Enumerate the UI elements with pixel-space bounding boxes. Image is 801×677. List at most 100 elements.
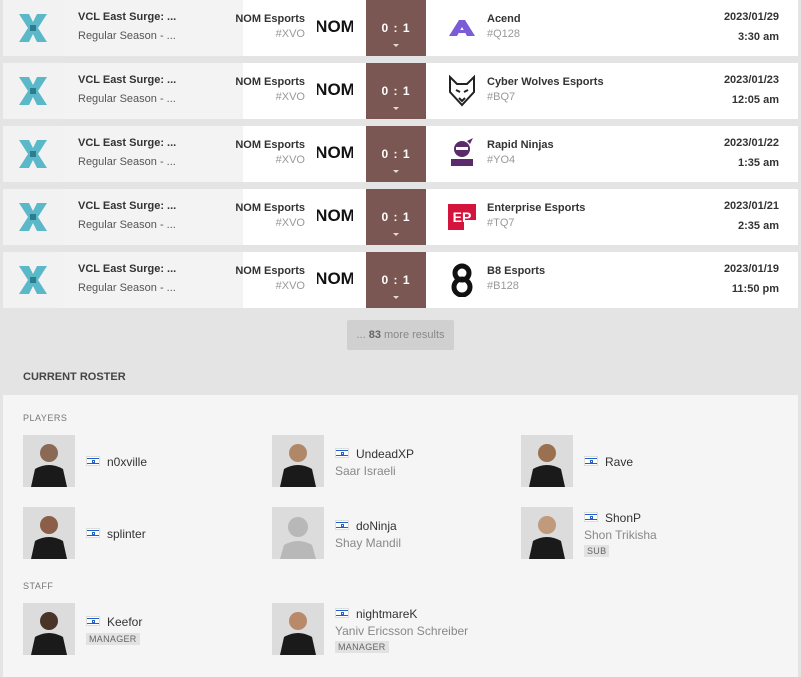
team2-tag: #YO4 bbox=[487, 154, 516, 166]
player-card[interactable]: UndeadXP Saar Israeli bbox=[272, 435, 502, 487]
match-time: 1:35 am bbox=[738, 157, 779, 169]
team2-tag: #B128 bbox=[487, 280, 519, 292]
event-name: VCL East Surge: ... bbox=[78, 74, 177, 86]
player-real-name: Saar Israeli bbox=[335, 464, 396, 478]
avatar bbox=[23, 435, 75, 487]
israel-flag-icon bbox=[86, 528, 100, 538]
team1-tag: #XVO bbox=[275, 28, 305, 40]
team1-tag: #XVO bbox=[275, 280, 305, 292]
nom-logo-icon: NOM bbox=[317, 206, 353, 225]
israel-flag-icon bbox=[335, 520, 349, 530]
team2-tag: #BQ7 bbox=[487, 91, 516, 103]
israel-flag-icon bbox=[335, 448, 349, 458]
match-date: 2023/01/23 bbox=[723, 74, 779, 86]
chevron-down-icon bbox=[393, 296, 399, 299]
avatar bbox=[521, 507, 573, 559]
staff-nick: Keefor bbox=[107, 615, 143, 629]
team2-name: Cyber Wolves Esports bbox=[487, 76, 604, 88]
match-date: 2023/01/29 bbox=[723, 11, 779, 23]
match-row[interactable]: VCL East Surge: ... Regular Season - ... … bbox=[3, 63, 798, 119]
match-date: 2023/01/22 bbox=[723, 137, 779, 149]
team2-name: Acend bbox=[487, 13, 521, 25]
ninja-logo-icon bbox=[445, 137, 479, 171]
players-label: PLAYERS bbox=[23, 413, 68, 423]
player-nick: UndeadXP bbox=[356, 447, 415, 461]
score-box[interactable]: 0 : 1 bbox=[366, 189, 426, 245]
roster-panel: PLAYERS n0xville UndeadXP Saar Israeli R… bbox=[3, 395, 798, 677]
match-row[interactable]: VCL East Surge: ... Regular Season - ... … bbox=[3, 126, 798, 182]
match-time: 11:50 pm bbox=[731, 283, 779, 295]
event-logo bbox=[3, 0, 63, 56]
team2-tag: #Q128 bbox=[487, 28, 521, 40]
staff-card[interactable]: Keefor MANAGER bbox=[23, 603, 253, 655]
score: 0 : 1 bbox=[381, 84, 411, 98]
svg-text:NOM: NOM bbox=[317, 269, 353, 288]
avatar bbox=[272, 603, 324, 655]
match-row[interactable]: VCL East Surge: ... Regular Season - ... … bbox=[3, 189, 798, 245]
match-time: 3:30 am bbox=[738, 31, 779, 43]
score-box[interactable]: 0 : 1 bbox=[366, 63, 426, 119]
roster-header: CURRENT ROSTER bbox=[0, 360, 801, 395]
team2-name: Enterprise Esports bbox=[487, 202, 586, 214]
player-nick: doNinja bbox=[356, 519, 397, 533]
player-card[interactable]: n0xville bbox=[23, 435, 253, 487]
nom-logo-icon: NOM bbox=[317, 80, 353, 99]
event-logo bbox=[3, 126, 63, 182]
team1-tag: #XVO bbox=[275, 217, 305, 229]
nom-logo-icon: NOM bbox=[317, 143, 353, 162]
score-box[interactable]: 0 : 1 bbox=[366, 126, 426, 182]
event-stage: Regular Season - ... bbox=[78, 30, 176, 42]
svg-text:EP: EP bbox=[453, 209, 472, 225]
score: 0 : 1 bbox=[381, 21, 411, 35]
player-real-name: Shon Trikisha bbox=[584, 528, 657, 542]
avatar-placeholder bbox=[272, 507, 324, 559]
player-card[interactable]: splinter bbox=[23, 507, 253, 559]
score: 0 : 1 bbox=[381, 210, 411, 224]
player-card[interactable]: ShonP Shon Trikisha SUB bbox=[521, 507, 751, 559]
staff-card[interactable]: nightmareK Yaniv Ericsson Schreiber MANA… bbox=[272, 603, 502, 655]
chevron-down-icon bbox=[393, 44, 399, 47]
player-nick: splinter bbox=[107, 527, 146, 541]
match-row[interactable]: VCL East Surge: ... Regular Season - ... … bbox=[3, 0, 798, 56]
player-real-name: Shay Mandil bbox=[335, 536, 402, 550]
match-time: 12:05 am bbox=[731, 94, 779, 106]
player-nick: Rave bbox=[605, 455, 634, 469]
nom-logo-icon: NOM bbox=[317, 269, 353, 288]
event-stage: Regular Season - ... bbox=[78, 219, 176, 231]
match-time: 2:35 am bbox=[738, 220, 779, 232]
player-nick: n0xville bbox=[107, 455, 148, 469]
score-box[interactable]: 0 : 1 bbox=[366, 252, 426, 308]
match-row[interactable]: VCL East Surge: ... Regular Season - ... … bbox=[3, 252, 798, 308]
player-card[interactable]: doNinja Shay Mandil bbox=[272, 507, 502, 559]
event-stage: Regular Season - ... bbox=[78, 156, 176, 168]
chevron-down-icon bbox=[393, 170, 399, 173]
more-count: 83 bbox=[368, 329, 381, 341]
player-card[interactable]: Rave bbox=[521, 435, 751, 487]
more-results-button[interactable]: ... 83 more results bbox=[347, 320, 454, 350]
match-date: 2023/01/19 bbox=[723, 263, 779, 275]
event-name: VCL East Surge: ... bbox=[78, 263, 177, 275]
event-logo bbox=[3, 252, 63, 308]
staff-real-name: Yaniv Ericsson Schreiber bbox=[335, 624, 469, 638]
svg-text:NOM: NOM bbox=[317, 80, 353, 99]
team2-name: Rapid Ninjas bbox=[487, 139, 554, 151]
avatar bbox=[23, 507, 75, 559]
staff-label: STAFF bbox=[23, 581, 54, 591]
event-logo bbox=[3, 63, 63, 119]
team1-tag: #XVO bbox=[275, 91, 305, 103]
israel-flag-icon bbox=[335, 608, 349, 618]
score-box[interactable]: 0 : 1 bbox=[366, 0, 426, 56]
team1-tag: #XVO bbox=[275, 154, 305, 166]
match-date: 2023/01/21 bbox=[723, 200, 779, 212]
israel-flag-icon bbox=[86, 616, 100, 626]
manager-badge: MANAGER bbox=[335, 641, 389, 653]
b8-logo-icon bbox=[445, 263, 479, 297]
event-logo bbox=[3, 189, 63, 245]
avatar bbox=[23, 603, 75, 655]
israel-flag-icon bbox=[584, 456, 598, 466]
event-name: VCL East Surge: ... bbox=[78, 11, 177, 23]
team2-name: B8 Esports bbox=[487, 265, 546, 277]
team1-name: NOM Esports bbox=[235, 139, 305, 151]
svg-text:NOM: NOM bbox=[317, 17, 353, 36]
more-prefix: ... bbox=[356, 329, 369, 341]
